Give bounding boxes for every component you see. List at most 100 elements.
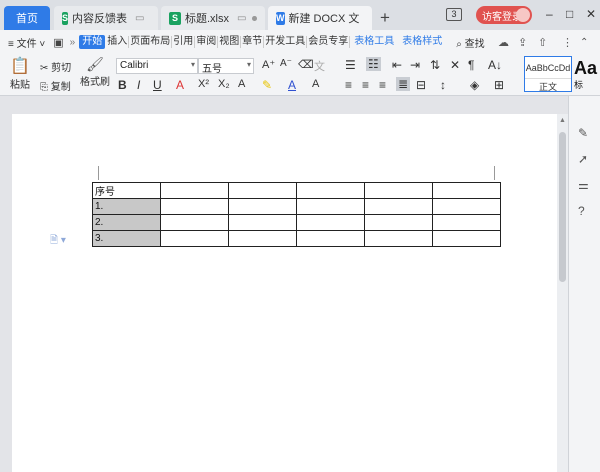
paste-button[interactable]: 📋 粘贴 [10,56,30,91]
strikethrough-icon[interactable]: A [176,78,184,92]
tab-new-docx[interactable]: W 新建 DOCX 文 [268,6,372,30]
table-cell[interactable] [296,182,365,199]
table-cell-selected[interactable]: 3. [92,230,161,247]
align-right-icon[interactable]: ≡ [379,78,386,92]
font-color-icon[interactable]: A [288,78,296,92]
table-cell[interactable] [364,182,433,199]
menu-item-member[interactable]: 会员专享 [307,36,351,48]
table-cell[interactable] [160,230,229,247]
tab-home[interactable]: 首页 [4,6,50,30]
table-cell[interactable] [432,182,501,199]
table-cell[interactable] [160,198,229,215]
scroll-up-icon[interactable]: ▲ [559,117,566,124]
pinyin-icon[interactable]: 文 [314,58,325,74]
text-effect-icon[interactable]: A [238,78,245,90]
align-center-icon[interactable]: ≡ [362,78,369,92]
font-name-select[interactable]: Calibri ▾ [116,58,198,74]
align-left-icon[interactable]: ≡ [345,78,352,92]
numbered-list-icon[interactable]: ☷ [366,57,381,71]
grow-font-icon[interactable]: A⁺ [262,58,275,71]
guest-login-button[interactable]: 访客登录 [476,6,532,24]
table-cell[interactable] [160,182,229,199]
tab-feedback-form[interactable]: S 内容反馈表 ▭ [54,6,158,30]
style-normal[interactable]: AaBbCcDd 正文 [524,56,572,92]
table-cell[interactable] [296,198,365,215]
document-table[interactable]: 序号 1. 2. 3. [92,182,501,247]
table-cell[interactable] [432,214,501,231]
increase-indent-icon[interactable]: ⇥ [410,58,420,72]
new-tab-button[interactable]: + [380,8,390,28]
table-cell[interactable] [432,230,501,247]
upload-icon[interactable]: ⇧ [538,36,547,49]
scrollbar-thumb[interactable] [559,132,566,282]
pen-icon[interactable]: ✎ [578,126,588,140]
table-cell[interactable]: 序号 [92,182,161,199]
close-button[interactable]: ✕ [586,7,596,21]
line-spacing-icon[interactable]: ↕ [440,78,446,92]
distribute-icon[interactable]: ⊟ [416,78,426,92]
more-chevron-icon[interactable]: » [70,37,76,48]
copy-button[interactable]: ⎘ 复制 [40,78,71,93]
restore-button[interactable]: □ [566,7,573,21]
table-cell[interactable] [228,214,297,231]
more-options-icon[interactable]: ⋮ [562,36,573,49]
char-border-icon[interactable]: A [312,78,319,90]
table-cell[interactable] [228,230,297,247]
format-painter-button[interactable]: 🖌 格式刷 [80,56,110,88]
document-page[interactable]: 序号 1. 2. 3. [12,114,557,472]
justify-icon[interactable]: ≣ [396,77,411,91]
share-icon[interactable]: ⇪ [518,36,527,49]
table-cell[interactable] [432,198,501,215]
cursor-select-icon[interactable]: ➚ [578,152,588,166]
paragraph-handle-icon[interactable]: 🗎 ▾ [50,233,66,250]
table-cell-selected[interactable]: 2. [92,214,161,231]
sort-icon[interactable]: ⇅ [430,58,440,72]
underline-icon[interactable]: U [153,78,162,92]
table-cell[interactable] [296,230,365,247]
cut-button[interactable]: ✂ 剪切 [40,59,71,74]
style-heading[interactable]: Aa 标 [574,58,597,91]
save-icon[interactable]: ▣ [53,36,63,49]
search-button[interactable]: ⌕ 查找 [456,35,484,50]
subscript-icon[interactable]: X₂ [218,78,230,90]
menu-item-view[interactable]: 视图 [218,36,242,48]
sort-az-icon[interactable]: A↓ [488,58,502,72]
table-cell[interactable] [364,198,433,215]
bold-icon[interactable]: B [118,78,127,92]
menu-item-references[interactable]: 引用 [172,36,196,48]
menu-item-page-layout[interactable]: 页面布局 [129,36,173,48]
tab-title-xlsx[interactable]: S 标题.xlsx ▭ [161,6,265,30]
collapse-ribbon-icon[interactable]: ⌃ [580,37,588,48]
vertical-scrollbar[interactable]: ▲ [557,114,568,472]
menu-item-chapter[interactable]: 章节 [241,36,265,48]
table-cell[interactable] [228,182,297,199]
bullet-list-icon[interactable]: ☰ [345,58,356,72]
menu-item-developer[interactable]: 开发工具 [264,36,308,48]
table-cell[interactable] [364,214,433,231]
menu-item-insert[interactable]: 插入 [106,36,130,48]
table-cell[interactable] [296,214,365,231]
file-menu[interactable]: ≡ 文件 ˅ [0,35,53,50]
menu-item-start[interactable]: 开始 [79,35,106,49]
table-cell[interactable] [364,230,433,247]
show-marks-icon[interactable]: ¶ [468,58,474,72]
window-count-badge[interactable]: 3 [446,8,462,21]
menu-item-table-style[interactable]: 表格样式 [398,36,446,48]
shading-icon[interactable]: ◈ [470,78,479,92]
menu-item-table-tools[interactable]: 表格工具 [350,36,398,48]
chinese-layout-icon[interactable]: ✕ [450,58,460,72]
table-cell[interactable] [160,214,229,231]
sliders-icon[interactable]: ⚌ [578,178,589,192]
borders-icon[interactable]: ⊞ [494,78,504,92]
superscript-icon[interactable]: X² [198,78,209,90]
menu-item-review[interactable]: 审阅 [195,36,219,48]
table-cell[interactable] [228,198,297,215]
highlight-icon[interactable]: ✎ [262,78,272,92]
cloud-icon[interactable]: ☁ [498,36,509,49]
decrease-indent-icon[interactable]: ⇤ [392,58,402,72]
minimize-button[interactable]: – [546,7,553,21]
italic-icon[interactable]: I [137,78,140,92]
help-icon[interactable]: ? [578,204,585,218]
shrink-font-icon[interactable]: A⁻ [280,58,292,69]
font-size-select[interactable]: 五号 ▾ [198,58,254,75]
